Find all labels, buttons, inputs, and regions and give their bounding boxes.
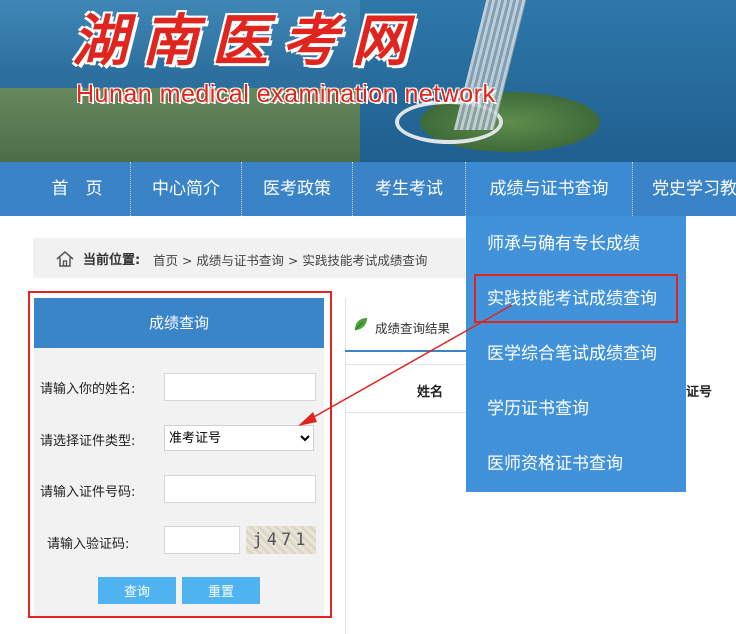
annotation-arrow [298,304,513,426]
